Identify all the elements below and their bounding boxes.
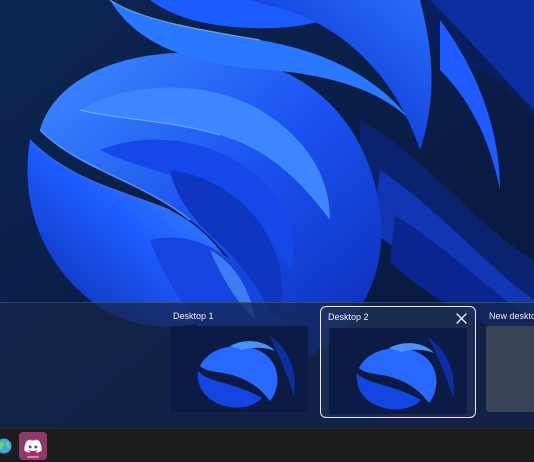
taskbar-app-globe[interactable]	[0, 432, 18, 460]
desktop-1-thumbnail[interactable]	[170, 326, 308, 412]
new-desktop-label: New desktop	[489, 311, 534, 321]
desktop-1-card[interactable]: Desktop 1	[166, 306, 312, 418]
active-app-indicator	[27, 456, 39, 458]
discord-icon	[24, 439, 42, 453]
app-globe-icon	[0, 438, 12, 454]
desktop-screen: Desktop 1 Desktop 2 New deskto	[0, 0, 534, 462]
close-desktop-button[interactable]	[453, 310, 469, 326]
close-icon	[455, 312, 467, 324]
new-desktop-card[interactable]: New desktop	[482, 306, 534, 418]
desktop-2-thumbnail[interactable]	[329, 328, 467, 414]
taskbar-app-discord[interactable]	[19, 432, 47, 460]
desktop-2-label: Desktop 2	[328, 312, 369, 322]
taskbar	[0, 428, 534, 462]
desktop-1-label: Desktop 1	[173, 311, 214, 321]
desktop-2-card[interactable]: Desktop 2	[320, 306, 476, 418]
new-desktop-thumbnail[interactable]	[486, 326, 534, 412]
